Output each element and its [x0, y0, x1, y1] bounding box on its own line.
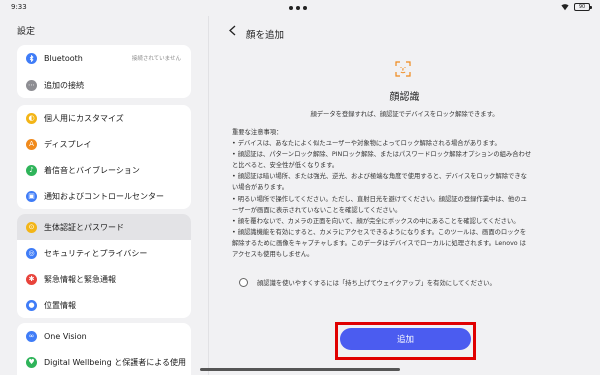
more-connections-icon: ⋯: [26, 79, 37, 91]
note-line: 解除するために画像をキャプチャします。このデータはデバイスでローカルに処理されま…: [232, 239, 526, 247]
bluetooth-icon: [26, 52, 37, 64]
sidebar-item-more-connections[interactable]: ⋯ 追加の接続: [17, 72, 191, 98]
note-line: • 顔認識機能を有効にすると、カメラにアクセスできるようになります。このツールは…: [232, 228, 527, 236]
security-icon: ◎: [26, 247, 37, 259]
sidebar-item-one-vision[interactable]: ∞ One Vision: [17, 323, 191, 349]
multitask-dots[interactable]: [289, 6, 307, 10]
back-arrow-icon[interactable]: [228, 25, 237, 38]
sidebar-item-label: 生体認証とパスワード: [44, 222, 124, 232]
note-line: ーザーが画面に表示されていないことを確認してください。: [232, 206, 402, 214]
face-recognition-title: 顔認識: [389, 92, 420, 103]
sound-icon: ♪: [26, 164, 37, 176]
sidebar-item-notifications[interactable]: ▣ 通知およびコントロールセンター: [17, 183, 191, 209]
note-line: と比べると、安全性が低くなります。: [232, 162, 339, 170]
note-line: • 顔認証は暗い場所、または強光、逆光、および極端な角度で使用すると、デバイスを…: [232, 173, 527, 181]
notification-icon: ▣: [26, 190, 37, 202]
sidebar-item-label: Bluetooth: [44, 53, 83, 63]
add-face-page: 顔を追加 顔認識 顔データを登録すれば、顔認証でデバイスをロック解除できます。 …: [209, 16, 600, 375]
settings-group-personalization: ◐ 個人用にカスタマイズ A ディスプレイ ♪ 着信音とバイブレーション ▣ 通…: [17, 105, 191, 209]
sidebar-item-label: セキュリティとプライバシー: [44, 248, 148, 258]
sidebar-item-location[interactable]: ● 位置情報: [17, 292, 191, 318]
sidebar-item-label: ディスプレイ: [44, 139, 92, 149]
display-icon: A: [26, 138, 37, 150]
notes-heading: 重要な注意事項：: [232, 129, 283, 136]
sidebar-item-security[interactable]: ◎ セキュリティとプライバシー: [17, 240, 191, 266]
sidebar-item-label: 追加の接続: [44, 80, 84, 90]
settings-group-security: ⊙ 生体認証とパスワード ◎ セキュリティとプライバシー ✱ 緊急情報と緊急通報…: [17, 214, 191, 318]
sidebar-item-customize[interactable]: ◐ 個人用にカスタマイズ: [17, 105, 191, 131]
battery-icon: 90: [574, 3, 592, 11]
note-line: • 明るい場所で操作してください。ただし、直射日光を避けてください。顔認証の登録…: [232, 195, 527, 203]
system-icons: 90: [561, 3, 592, 11]
location-icon: ●: [26, 299, 37, 311]
biometric-icon: ⊙: [26, 221, 37, 233]
wifi-icon: [561, 4, 569, 11]
note-line: アクセスも使用もしません。: [232, 251, 314, 259]
sidebar-item-label: 個人用にカスタマイズ: [44, 113, 124, 123]
sidebar-item-label: 位置情報: [44, 300, 76, 310]
sidebar-item-label: 緊急情報と緊急通報: [44, 274, 116, 284]
important-notes: 重要な注意事項： • デバイスは、あなたによく似たユーザーや対象物によってロック…: [232, 127, 586, 260]
bluetooth-status: 接続されていません: [131, 56, 181, 62]
sidebar-item-wellbeing[interactable]: ♥ Digital Wellbeing と保護者による使用: [17, 349, 191, 375]
sidebar-item-display[interactable]: A ディスプレイ: [17, 131, 191, 157]
wake-option-row[interactable]: 顔認識を使いやすくするには「持ち上げてウェイクアップ」を有効にしてください。: [239, 278, 496, 287]
note-line: • デバイスは、あなたによく似たユーザーや対象物によってロック解除される場合があ…: [232, 140, 501, 148]
sidebar-item-label: Digital Wellbeing と保護者による使用: [44, 357, 186, 367]
one-vision-icon: ∞: [26, 330, 37, 342]
sidebar-item-label: 通知およびコントロールセンター: [44, 191, 164, 201]
note-line: • 顔認証は、パターンロック解除、PINロック解除、またはパスワードロック解除オ…: [232, 151, 532, 159]
status-bar: 9:33 90: [0, 0, 600, 16]
add-button[interactable]: 追加: [340, 328, 471, 350]
sidebar-item-emergency[interactable]: ✱ 緊急情報と緊急通報: [17, 266, 191, 292]
wake-option-radio[interactable]: [239, 278, 248, 287]
status-time: 9:33: [11, 3, 27, 11]
face-scan-icon: [395, 61, 411, 77]
customize-icon: ◐: [26, 112, 37, 124]
sidebar-item-label: 着信音とバイブレーション: [44, 165, 140, 175]
sidebar-item-biometrics[interactable]: ⊙ 生体認証とパスワード: [17, 214, 191, 240]
sidebar-item-label: One Vision: [44, 331, 87, 341]
page-title: 顔を追加: [246, 30, 285, 41]
face-recognition-description: 顔データを登録すれば、顔認証でデバイスをロック解除できます。: [310, 111, 499, 118]
home-indicator[interactable]: [200, 368, 400, 371]
settings-title: 設定: [17, 27, 36, 37]
note-line: • 顔を覆わないで、カメラの正面を向いて、顔が完全にボックスの中にあることを確認…: [232, 217, 520, 225]
emergency-icon: ✱: [26, 273, 37, 285]
wellbeing-icon: ♥: [26, 356, 37, 368]
settings-group-connections: Bluetooth 接続されていません ⋯ 追加の接続: [17, 45, 191, 98]
wake-option-label: 顔認識を使いやすくするには「持ち上げてウェイクアップ」を有効にしてください。: [257, 280, 496, 287]
sidebar-item-bluetooth[interactable]: Bluetooth 接続されていません: [17, 45, 191, 71]
sidebar-item-sound[interactable]: ♪ 着信音とバイブレーション: [17, 157, 191, 183]
settings-group-wellbeing: ∞ One Vision ♥ Digital Wellbeing と保護者による…: [17, 323, 191, 375]
settings-sidebar: 設定 Bluetooth 接続されていません ⋯ 追加の接続 ◐ 個人用にカスタ…: [0, 16, 208, 375]
note-line: い場合があります。: [232, 184, 289, 192]
